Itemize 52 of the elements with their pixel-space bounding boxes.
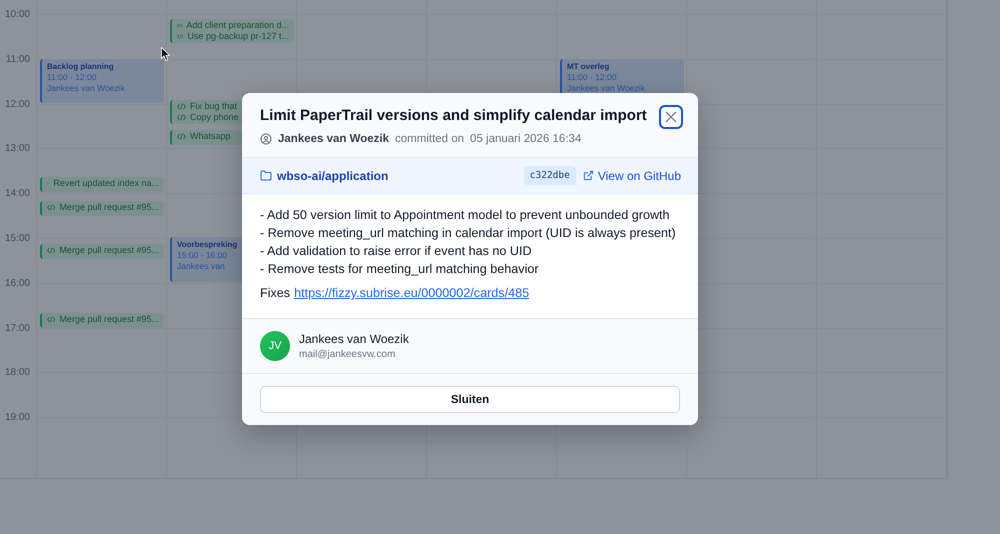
commit-event[interactable]: Revert updated index na...: [40, 177, 164, 192]
github-link[interactable]: View on GitHub: [582, 168, 681, 182]
close-dialog-button[interactable]: Sluiten: [260, 386, 680, 413]
user-icon: [260, 133, 272, 145]
meeting-title: Backlog planning: [47, 61, 114, 72]
issue-link[interactable]: https://fizzy.subrise.eu/0000002/cards/485: [294, 284, 530, 302]
commit-message: Use pg-backup pr-127 t...: [187, 31, 289, 42]
meeting-title: Voorbespreking: [177, 239, 238, 250]
hour-label: 15:00: [4, 233, 30, 245]
hour-label: 12:00: [4, 98, 30, 111]
close-icon: [665, 111, 677, 123]
hour-label: 17:00: [4, 322, 30, 335]
meeting-time: 11:00 - 12:00: [47, 72, 96, 83]
hour-label: 10:00: [4, 9, 30, 21]
commit-message-line: - Add 50 version limit to Appointment model to prevent unbounded growth: [260, 207, 671, 224]
cursor-icon: [161, 47, 170, 61]
commit-event[interactable]: Merge pull request #95...: [40, 313, 164, 328]
committed-label: committed on: [395, 133, 464, 145]
commit-message: Merge pull request #95...: [59, 245, 159, 256]
commit-message: Merge pull request #95...: [59, 202, 159, 213]
commit-message: Merge pull request #95...: [59, 314, 159, 325]
committer-email: mail@jankeesvw.com: [299, 349, 396, 360]
commit-message: Whatsapp: [190, 131, 231, 142]
hour-label: 18:00: [4, 367, 30, 380]
meeting-person: Jankees van Woezik: [47, 83, 125, 94]
meeting-event[interactable]: Backlog planning 11:00 - 12:00 Jankees van Woezik: [40, 59, 164, 103]
close-button[interactable]: [659, 105, 683, 129]
hour-label: 19:00: [4, 412, 30, 424]
hour-label: 14:00: [4, 188, 30, 200]
meeting-time: 15:00 - 16:00: [177, 250, 228, 261]
commit-message: Fix bug that: [190, 101, 238, 112]
commit-message: Revert updated index na...: [53, 178, 159, 189]
committer-name: Jankees van Woezik: [299, 332, 409, 346]
hour-label: 11:00: [6, 54, 30, 66]
commit-message: Copy phone: [190, 112, 239, 123]
fixes-label: Fixes: [260, 285, 290, 302]
commit-date: 05 januari 2026 16:34: [470, 133, 582, 145]
hour-label: 13:00: [4, 143, 30, 156]
external-link-icon: [582, 170, 594, 181]
meeting-person: Jankees van: [177, 261, 225, 272]
hour-label: 16:00: [4, 278, 30, 290]
avatar: JV: [260, 331, 290, 361]
meeting-title: MT overleg: [567, 61, 610, 72]
commit-event[interactable]: Merge pull request #95...: [40, 201, 164, 216]
commit-event[interactable]: Merge pull request #95...: [40, 244, 164, 259]
commit-event[interactable]: Add client preparation d... Use pg-backup pr-127 t...: [170, 19, 294, 43]
folder-icon: [260, 170, 272, 181]
meeting-time: 11:00 - 12:00: [567, 72, 616, 83]
commit-sha: c322dbe: [524, 166, 576, 185]
meeting-person: Jankees van Woezik: [567, 83, 645, 94]
repository-link[interactable]: wbso-ai/application: [260, 168, 388, 182]
commit-message: Add client preparation d...: [186, 20, 289, 31]
